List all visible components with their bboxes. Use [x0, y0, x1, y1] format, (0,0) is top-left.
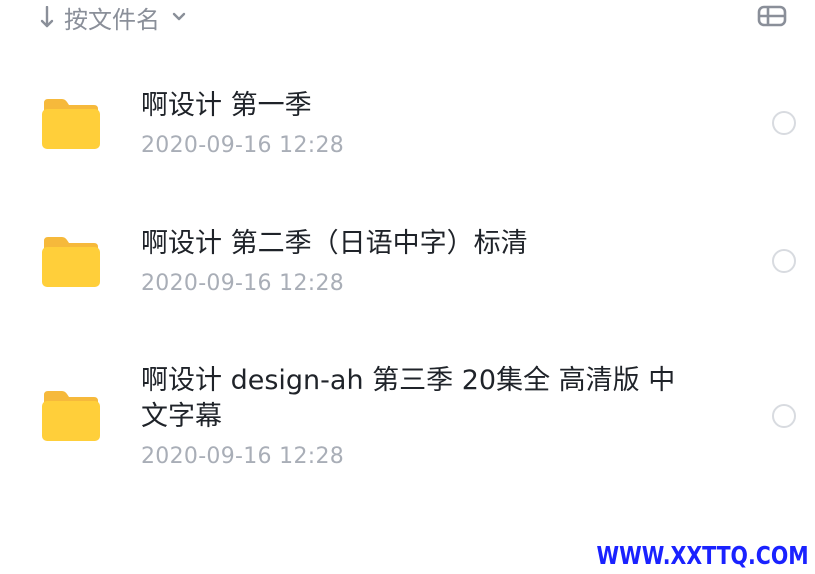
file-list: 啊设计 第一季 2020-09-16 12:28 啊设计 第二季（日语中字）标清… [0, 0, 815, 574]
select-checkbox[interactable] [772, 404, 796, 428]
select-checkbox[interactable] [772, 111, 796, 135]
file-name: 啊设计 design-ah 第三季 20集全 高清版 中文字幕 [141, 365, 676, 432]
select-checkbox[interactable] [772, 249, 796, 273]
folder-icon [42, 99, 100, 149]
folder-icon [42, 237, 100, 287]
file-date: 2020-09-16 12:28 [141, 133, 345, 158]
folder-icon [42, 391, 100, 441]
file-row[interactable]: 啊设计 design-ah 第三季 20集全 高清版 中文字幕 2020-09-… [0, 362, 815, 482]
file-row[interactable]: 啊设计 第一季 2020-09-16 12:28 [0, 75, 815, 175]
watermark: WWW.XXTTQ.COM [596, 541, 809, 570]
file-name: 啊设计 第二季（日语中字）标清 [141, 228, 528, 259]
file-date: 2020-09-16 12:28 [141, 271, 345, 296]
file-name: 啊设计 第一季 [141, 90, 312, 121]
file-row[interactable]: 啊设计 第二季（日语中字）标清 2020-09-16 12:28 [0, 213, 815, 313]
file-date: 2020-09-16 12:28 [141, 444, 345, 469]
